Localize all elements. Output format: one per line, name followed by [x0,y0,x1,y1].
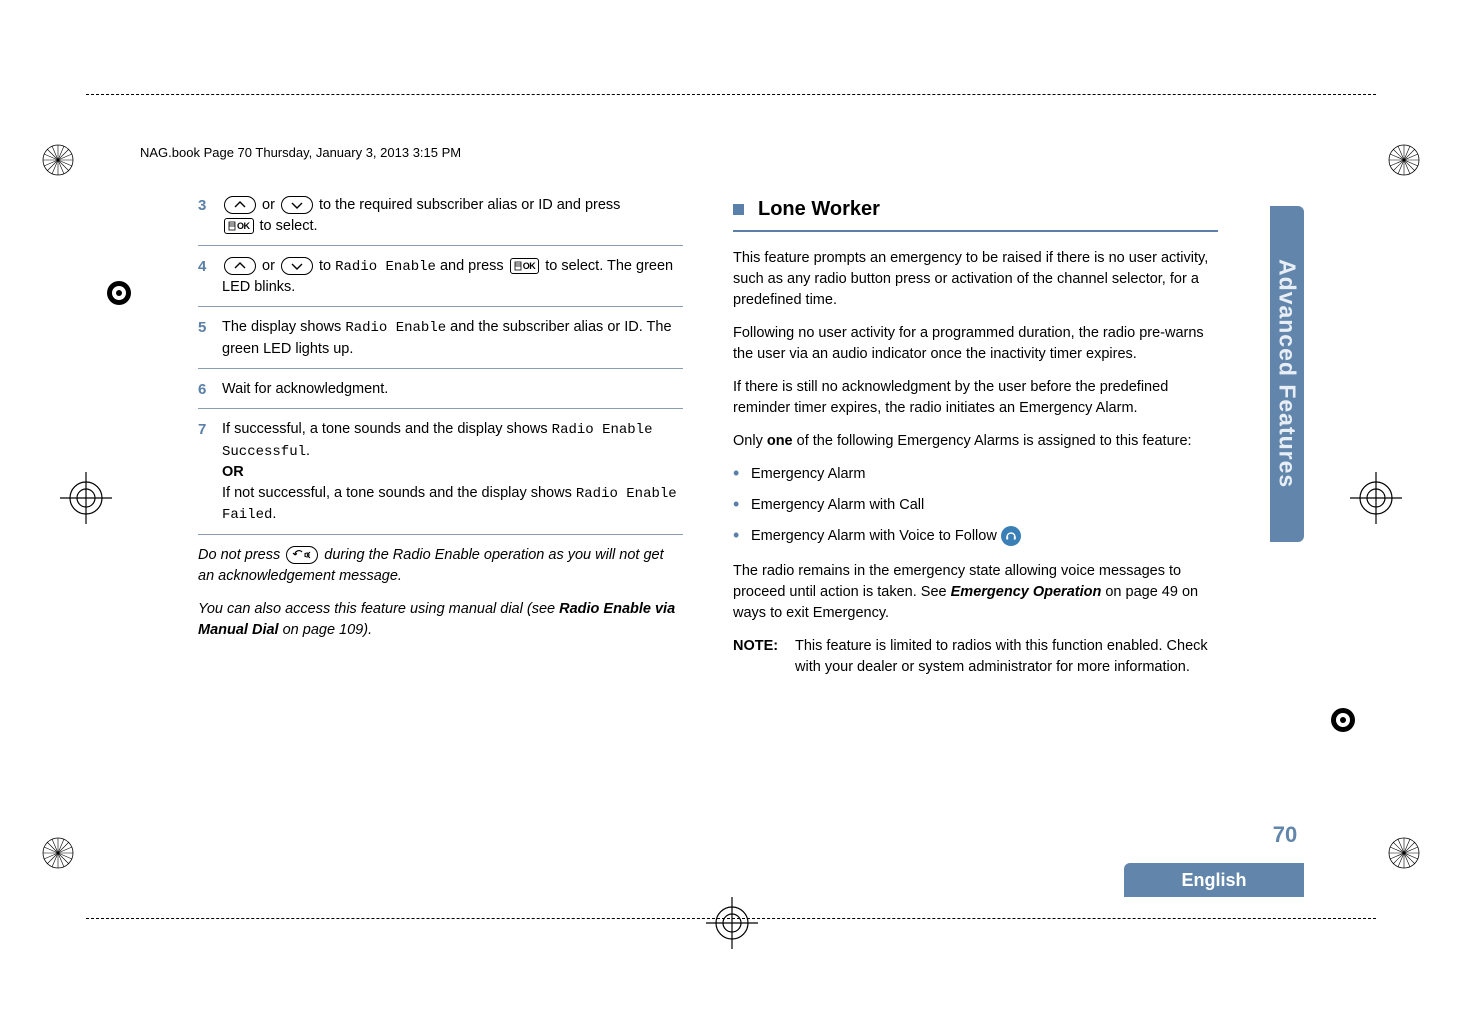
divider [198,245,683,246]
text: or [258,197,279,213]
text: The display shows [222,319,345,335]
heading-bullet-icon [733,204,744,215]
page-content: 3 or to the required subscriber alias or… [198,195,1218,678]
reg-radial-icon [36,138,80,182]
text: and press [436,258,508,274]
heading-text: Lone Worker [758,195,880,224]
step-body: or to Radio Enable and press OK to selec… [222,256,683,298]
note-block: NOTE: This feature is limited to radios … [733,636,1218,678]
divider [198,306,683,307]
step-number: 3 [198,195,222,237]
divider [198,408,683,409]
paragraph: If there is still no acknowledgment by t… [733,377,1218,419]
divider [198,534,683,535]
section-heading: Lone Worker [733,195,1218,224]
text: Only [733,433,767,449]
bullet-icon: • [733,464,751,485]
step-body: If successful, a tone sounds and the dis… [222,419,683,525]
step-number: 4 [198,256,222,298]
note-text: This feature is limited to radios with t… [795,636,1218,678]
ref-link: Emergency Operation [951,584,1102,600]
paragraph: The radio remains in the emergency state… [733,561,1218,624]
ok-button-icon: OK [224,218,254,234]
reg-radial-icon [1382,138,1426,182]
step-5: 5 The display shows Radio Enable and the… [198,317,683,359]
text: If not successful, a tone sounds and the… [222,485,576,501]
list-text: Emergency Alarm [751,464,865,485]
back-button-icon [286,546,318,564]
text: to the required subscriber alias or ID a… [315,197,620,213]
step-4: 4 or to Radio Enable and press OK to sel… [198,256,683,298]
text: You can also access this feature using m… [198,601,559,617]
reg-radial-icon [1382,831,1426,875]
note-paragraph: Do not press during the Radio Enable ope… [198,545,683,587]
text: to select. [256,218,318,234]
paragraph: Only one of the following Emergency Alar… [733,431,1218,452]
ok-button-icon: OK [510,258,540,274]
list-text: Emergency Alarm with Call [751,495,924,516]
or-label: OR [222,464,244,480]
step-body: The display shows Radio Enable and the s… [222,317,683,359]
code-text: Radio Enable [335,259,436,275]
paragraph: This feature prompts an emergency to be … [733,248,1218,311]
divider [198,368,683,369]
step-6: 6 Wait for acknowledgment. [198,379,683,401]
left-column: 3 or to the required subscriber alias or… [198,195,683,678]
list-item: •Emergency Alarm [733,464,1218,485]
headset-icon [1001,526,1021,546]
down-button-icon [281,196,313,214]
step-7: 7 If successful, a tone sounds and the d… [198,419,683,525]
note-paragraph: You can also access this feature using m… [198,599,683,641]
heading-rule [733,230,1218,232]
page-header-text: NAG.book Page 70 Thursday, January 3, 20… [140,145,461,160]
up-button-icon [224,257,256,275]
code-text: Radio Enable [345,320,446,336]
page-number: 70 [1268,822,1302,848]
text-bold: one [767,433,793,449]
footer-tab-label: English [1181,870,1246,891]
bullet-icon: • [733,495,751,516]
side-tab-label: Advanced Features [1274,259,1301,488]
step-body: or to the required subscriber alias or I… [222,195,683,237]
down-button-icon [281,257,313,275]
text: or [258,258,279,274]
step-number: 5 [198,317,222,359]
up-button-icon [224,196,256,214]
step-3: 3 or to the required subscriber alias or… [198,195,683,237]
step-body: Wait for acknowledgment. [222,379,683,401]
reg-radial-icon [36,831,80,875]
list-item: •Emergency Alarm with Voice to Follow [733,526,1218,547]
list-text: Emergency Alarm with Voice to Follow [751,526,997,547]
side-tab: Advanced Features [1270,206,1304,542]
text: Do not press [198,547,284,563]
text: to [315,258,335,274]
bullet-icon: • [733,526,751,547]
step-number: 6 [198,379,222,401]
step-number: 7 [198,419,222,525]
text: on page 109). [279,622,373,638]
text: If successful, a tone sounds and the dis… [222,421,552,437]
text: of the following Emergency Alarms is ass… [793,433,1192,449]
right-column: Lone Worker This feature prompts an emer… [733,195,1218,678]
footer-tab: English [1124,863,1304,897]
bullet-list: •Emergency Alarm •Emergency Alarm with C… [733,464,1218,547]
note-label: NOTE: [733,636,795,678]
paragraph: Following no user activity for a program… [733,323,1218,365]
list-item: •Emergency Alarm with Call [733,495,1218,516]
